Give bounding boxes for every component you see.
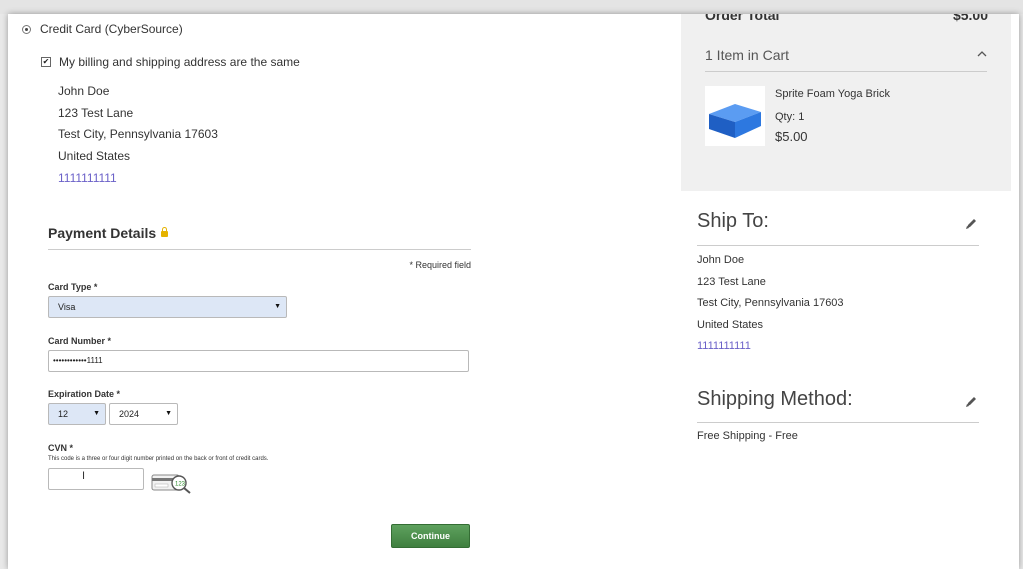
same-address-checkbox-row[interactable]: ✔ My billing and shipping address are th… bbox=[41, 55, 300, 69]
expiration-date-label: Expiration Date * bbox=[48, 389, 121, 399]
ship-country: United States bbox=[697, 318, 764, 331]
expiration-year-value: 2024 bbox=[119, 409, 140, 419]
required-field-note: * Required field bbox=[409, 260, 471, 270]
text-cursor-icon: I bbox=[82, 470, 86, 482]
product-name: Sprite Foam Yoga Brick bbox=[775, 88, 890, 100]
ship-city: Test City, Pennsylvania 17603 bbox=[697, 297, 844, 310]
checkout-frame: Credit Card (CyberSource) ✔ My billing a… bbox=[8, 14, 1019, 569]
dropdown-arrow-icon: ▼ bbox=[274, 303, 281, 310]
cvn-input[interactable] bbox=[48, 468, 144, 490]
card-type-label: Card Type * bbox=[48, 282, 98, 292]
expiration-year-select[interactable]: 2024 ▼ bbox=[109, 403, 178, 425]
dropdown-arrow-icon: ▼ bbox=[93, 410, 100, 417]
billing-city: Test City, Pennsylvania 17603 bbox=[58, 127, 218, 142]
card-number-input[interactable]: ••••••••••••1111 bbox=[48, 350, 469, 372]
card-type-value: Visa bbox=[58, 302, 76, 312]
same-address-checkbox[interactable]: ✔ bbox=[41, 57, 51, 67]
product-thumbnail bbox=[705, 86, 765, 146]
billing-address: John Doe 123 Test Lane Test City, Pennsy… bbox=[58, 81, 218, 190]
billing-phone-link[interactable]: 1111111111 bbox=[58, 168, 218, 190]
ship-name: John Doe bbox=[697, 254, 745, 266]
lock-icon bbox=[161, 227, 169, 237]
divider bbox=[48, 249, 471, 250]
shipping-method-title: Shipping Method: bbox=[697, 388, 853, 410]
radio-button-selected[interactable] bbox=[22, 24, 31, 34]
same-address-label: My billing and shipping address are the … bbox=[59, 55, 300, 69]
ship-phone-link[interactable]: 1111111111 bbox=[697, 336, 844, 358]
card-number-label: Card Number * bbox=[48, 336, 112, 346]
product-qty: Qty: 1 bbox=[775, 111, 805, 123]
ship-to-address: John Doe 123 Test Lane Test City, Pennsy… bbox=[697, 250, 844, 358]
payment-details-title: Payment Details bbox=[48, 225, 157, 241]
ship-street: 123 Test Lane bbox=[697, 275, 766, 288]
card-number-value: ••••••••••••1111 bbox=[53, 356, 103, 365]
window-top-bar bbox=[0, 0, 1023, 14]
billing-name: John Doe bbox=[58, 84, 110, 98]
items-in-cart-toggle[interactable]: 1 Item in Cart bbox=[705, 47, 789, 63]
divider bbox=[705, 71, 987, 72]
ship-to-title: Ship To: bbox=[697, 210, 769, 232]
cvn-card-icon: 123 bbox=[151, 474, 191, 494]
payment-method-label: Credit Card (CyberSource) bbox=[40, 22, 183, 36]
continue-button[interactable]: Continue bbox=[391, 524, 470, 548]
billing-country: United States bbox=[58, 149, 131, 164]
edit-shipping-method-pencil-icon[interactable] bbox=[965, 396, 977, 408]
expiration-month-select[interactable]: 12 ▼ bbox=[48, 403, 106, 425]
shipping-method-value: Free Shipping - Free bbox=[697, 430, 798, 442]
order-total-value: $5.00 bbox=[952, 14, 988, 23]
order-summary: Order Total $5.00 1 Item in Cart Sprite … bbox=[681, 14, 1011, 191]
divider bbox=[697, 422, 979, 423]
payment-details-heading: Payment Details bbox=[48, 225, 169, 241]
cvn-label: CVN * bbox=[48, 443, 74, 453]
divider bbox=[697, 245, 979, 246]
cvn-help-text: This code is a three or four digit numbe… bbox=[48, 456, 269, 462]
chevron-up-icon[interactable] bbox=[977, 51, 987, 57]
expiration-month-value: 12 bbox=[58, 409, 69, 419]
edit-ship-to-pencil-icon[interactable] bbox=[965, 218, 977, 230]
dropdown-arrow-icon: ▼ bbox=[165, 410, 172, 417]
order-total-label: Order Total bbox=[705, 14, 780, 23]
billing-street: 123 Test Lane bbox=[58, 105, 134, 120]
product-price: $5.00 bbox=[775, 129, 808, 144]
payment-method-credit-card[interactable]: Credit Card (CyberSource) bbox=[22, 22, 183, 36]
cvn-card-icon-text: 123 bbox=[175, 482, 186, 488]
card-type-select[interactable]: Visa ▼ bbox=[48, 296, 287, 318]
